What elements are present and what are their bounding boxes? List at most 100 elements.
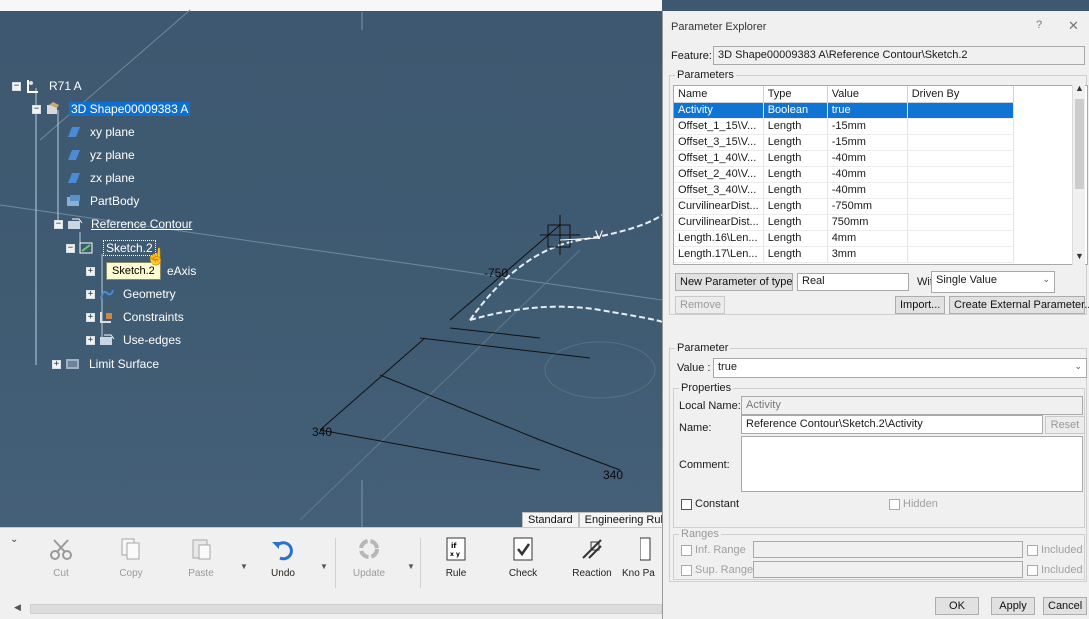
tree-node-shape[interactable]: − 3D Shape00009383 A — [32, 102, 191, 116]
hidden-checkbox[interactable]: Hidden — [889, 498, 938, 510]
column-header-driven-by[interactable]: Driven By — [907, 86, 1014, 103]
column-header-value[interactable]: Value — [827, 86, 908, 103]
table-header-row: Name Type Value Driven By — [674, 86, 1014, 103]
scrollbar-thumb[interactable] — [1075, 99, 1084, 189]
update-dropdown-icon[interactable]: ▼ — [407, 562, 415, 571]
action-bar: ⌄ Cut Copy Paste ▼ Undo ▼ Update ▼ if x y… — [0, 527, 664, 619]
axis-v-label: V — [595, 228, 604, 242]
cell-driven-by — [907, 102, 1014, 119]
rule-button[interactable]: if x y Rule — [431, 536, 481, 579]
table-row[interactable]: Length.17\Len... Length 3mm — [674, 246, 1014, 263]
dimension-label: -750 — [484, 266, 509, 280]
update-label: Update — [352, 568, 386, 579]
cell-driven-by — [907, 230, 1014, 247]
table-row[interactable]: CurvilinearDist... Length 750mm — [674, 214, 1014, 231]
undo-button[interactable]: Undo — [258, 536, 308, 579]
scroll-left-icon[interactable]: ◀ — [14, 602, 21, 613]
ok-button[interactable]: OK — [935, 597, 979, 615]
constant-checkbox[interactable]: Constant — [681, 498, 739, 510]
column-header-name[interactable]: Name — [674, 86, 764, 103]
table-row[interactable]: Offset_1_40\V... Length -40mm — [674, 150, 1014, 167]
help-icon[interactable]: ? — [1036, 19, 1042, 31]
reaction-icon — [582, 539, 602, 559]
expand-icon[interactable]: + — [86, 266, 95, 276]
tree-node-constraints[interactable]: + Constraints — [86, 310, 184, 324]
expand-icon[interactable]: + — [52, 359, 61, 369]
rule-label: Rule — [445, 568, 467, 579]
cut-button[interactable]: Cut — [36, 536, 86, 579]
inf-included-label: Included — [1041, 544, 1083, 556]
table-vertical-scrollbar[interactable]: ▲ ▼ — [1072, 83, 1085, 265]
cell-driven-by — [907, 246, 1014, 263]
tree-node-sketch[interactable]: − Sketch.2 — [66, 240, 156, 256]
tree-node-geometry[interactable]: + Geometry — [86, 287, 176, 301]
reset-button[interactable]: Reset — [1045, 416, 1085, 434]
tree-node-reference-contour[interactable]: − Reference Contour — [54, 217, 192, 231]
tree-node-use-edges[interactable]: + Use-edges — [86, 333, 181, 347]
parameter-type-field[interactable]: Real — [797, 273, 909, 291]
new-parameter-button[interactable]: New Parameter of type — [675, 273, 793, 291]
cancel-button[interactable]: Cancel — [1043, 597, 1087, 615]
close-icon[interactable]: ✕ — [1068, 18, 1079, 34]
cell-type: Length — [763, 166, 828, 183]
collapse-icon[interactable]: − — [54, 219, 63, 229]
import-button[interactable]: Import... — [895, 296, 945, 314]
reaction-button[interactable]: Reaction — [567, 536, 617, 579]
collapse-icon[interactable]: − — [12, 81, 21, 91]
checkbox-box — [681, 498, 692, 510]
scroll-up-icon[interactable]: ▲ — [1075, 83, 1084, 93]
sup-range-label: Sup. Range — [695, 564, 754, 576]
table-row[interactable]: CurvilinearDist... Length -750mm — [674, 198, 1014, 215]
expand-icon[interactable]: + — [86, 312, 95, 322]
apply-button[interactable]: Apply — [991, 597, 1035, 615]
value-select[interactable]: true ⌄ — [713, 358, 1087, 378]
paste-dropdown-icon[interactable]: ▼ — [240, 562, 248, 571]
horizontal-scrollbar[interactable] — [30, 604, 662, 614]
table-row[interactable]: Length.16\Len... Length 4mm — [674, 230, 1014, 247]
chevron-down-icon[interactable]: ⌄ — [10, 534, 18, 545]
tree-node-root[interactable]: − R71 A — [12, 79, 82, 93]
collapse-icon[interactable]: − — [66, 243, 75, 253]
with-select[interactable]: Single Value ⌄ — [931, 271, 1055, 293]
inf-range-checkbox[interactable]: Inf. Range — [681, 544, 746, 556]
expand-icon[interactable]: + — [86, 289, 95, 299]
scroll-down-icon[interactable]: ▼ — [1075, 251, 1084, 261]
table-row[interactable]: Activity Boolean true — [674, 102, 1014, 119]
update-button[interactable]: Update — [344, 536, 394, 579]
table-row[interactable]: Offset_3_15\V... Length -15mm — [674, 134, 1014, 151]
inf-included-checkbox[interactable]: Included — [1027, 544, 1083, 556]
cell-type: Length — [763, 118, 828, 135]
cell-name: CurvilinearDist... — [674, 198, 764, 215]
knowledge-label: Kno Pa — [622, 568, 655, 579]
tree-node-limit-surface[interactable]: + Limit Surface — [52, 357, 159, 371]
check-button[interactable]: Check — [498, 536, 548, 579]
tree-label: Use-edges — [123, 333, 182, 347]
cut-label: Cut — [53, 568, 69, 579]
tree-node-xy-plane[interactable]: xy plane — [66, 125, 135, 139]
create-external-parameter-button[interactable]: Create External Parameter... — [949, 296, 1089, 314]
knowledge-button[interactable]: Kno Pa — [622, 536, 662, 579]
tree-label: 3D Shape00009383 A — [69, 102, 191, 116]
copy-button[interactable]: Copy — [106, 536, 156, 579]
table-row[interactable]: Offset_2_40\V... Length -40mm — [674, 166, 1014, 183]
sup-included-checkbox[interactable]: Included — [1027, 564, 1083, 576]
table-row[interactable]: Offset_1_15\V... Length -15mm — [674, 118, 1014, 135]
table-row[interactable]: Offset_3_40\V... Length -40mm — [674, 182, 1014, 199]
comment-field[interactable] — [741, 436, 1083, 492]
expand-icon[interactable]: + — [86, 335, 95, 345]
tree-node-zx-plane[interactable]: zx plane — [66, 171, 135, 185]
paste-button[interactable]: Paste — [176, 536, 226, 579]
tree-label: xy plane — [90, 125, 135, 139]
remove-button[interactable]: Remove — [675, 296, 725, 314]
undo-dropdown-icon[interactable]: ▼ — [320, 562, 328, 571]
plane-icon — [68, 150, 80, 160]
collapse-icon[interactable]: − — [32, 104, 41, 114]
plane-icon — [68, 127, 80, 137]
tree-node-yz-plane[interactable]: yz plane — [66, 148, 135, 162]
undo-icon — [272, 541, 293, 561]
tree-node-partbody[interactable]: PartBody — [66, 194, 139, 208]
sup-range-checkbox[interactable]: Sup. Range — [681, 564, 753, 576]
cell-value: -40mm — [827, 166, 908, 183]
column-header-type[interactable]: Type — [763, 86, 828, 103]
name-field[interactable]: Reference Contour\Sketch.2\Activity — [741, 415, 1043, 434]
